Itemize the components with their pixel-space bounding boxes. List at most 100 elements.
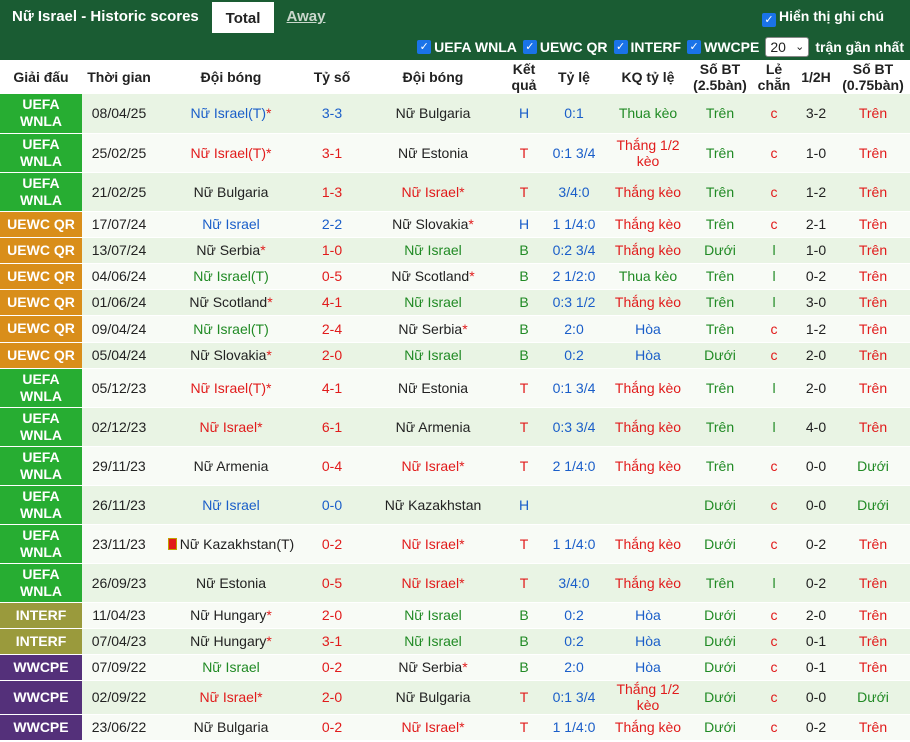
away-team[interactable]: Nữ Serbia* [358,315,508,343]
home-team[interactable]: Nữ Serbia* [156,237,306,264]
over-under-0-75: Trên [836,407,910,447]
table-row[interactable]: UEWC QR 05/04/24 Nữ Slovakia* 2-0 Nữ Israel B… [0,342,910,369]
home-team[interactable]: Nữ Israel* [156,407,306,447]
over-under-0-75: Trên [836,602,910,629]
half-time-score: 2-0 [796,342,836,369]
checkbox-icon[interactable]: ✓ [687,40,702,54]
table-row[interactable]: UEWC QR 17/07/24 Nữ Israel 2-2 Nữ Slovakia* H… [0,211,910,238]
home-team[interactable]: Nữ Kazakhstan(T) [156,524,306,564]
table-row[interactable]: UEFA WNLA 29/11/23 Nữ Armenia 0-4 Nữ Israel*… [0,446,910,486]
handicap-result: Hòa [608,602,688,629]
away-team[interactable]: Nữ Bulgaria [358,680,508,715]
competition-badge: UEFA WNLA [0,368,82,408]
checkbox-icon[interactable]: ✓ [417,40,432,54]
table-row[interactable]: WWCPE 23/06/22 Nữ Bulgaria 0-2 Nữ Israel* T 1 … [0,714,910,741]
home-team[interactable]: Nữ Israel(T)* [156,368,306,408]
table-row[interactable]: UEFA WNLA 02/12/23 Nữ Israel* 6-1 Nữ Armenia… [0,407,910,447]
away-team[interactable]: Nữ Slovakia* [358,211,508,238]
home-team[interactable]: Nữ Israel [156,654,306,681]
away-team[interactable]: Nữ Israel* [358,563,508,603]
home-team[interactable]: Nữ Israel [156,211,306,238]
home-team[interactable]: Nữ Israel(T)* [156,133,306,173]
table-row[interactable]: INTERF 07/04/23 Nữ Hungary* 3-1 Nữ Israel B 0:… [0,628,910,655]
handicap-result: Thắng kèo [608,524,688,564]
table-row[interactable]: UEWC QR 01/06/24 Nữ Scotland* 4-1 Nữ Israel B… [0,289,910,316]
tab-total[interactable]: Total [212,0,274,33]
away-team[interactable]: Nữ Armenia [358,407,508,447]
over-under-0-75: Trên [836,628,910,655]
home-team[interactable]: Nữ Hungary* [156,602,306,629]
home-team[interactable]: Nữ Israel(T) [156,315,306,343]
away-team[interactable]: Nữ Kazakhstan [358,485,508,525]
table-row[interactable]: UEWC QR 09/04/24 Nữ Israel(T) 2-4 Nữ Serbia*… [0,315,910,343]
table-row[interactable]: UEFA WNLA 26/11/23 Nữ Israel 0-0 Nữ Kazakhst… [0,485,910,525]
match-count-select[interactable]: 20 ⌄ [765,37,810,57]
half-time-score: 0-0 [796,680,836,715]
table-row[interactable]: UEWC QR 13/07/24 Nữ Serbia* 1-0 Nữ Israel B 0:… [0,237,910,264]
away-team[interactable]: Nữ Israel [358,602,508,629]
table-row[interactable]: UEFA WNLA 26/09/23 Nữ Estonia 0-5 Nữ Israel*… [0,563,910,603]
away-team[interactable]: Nữ Israel [358,237,508,264]
home-team[interactable]: Nữ Slovakia* [156,342,306,369]
handicap-result: Hòa [608,628,688,655]
checkbox-icon[interactable]: ✓ [762,13,776,27]
home-team[interactable]: Nữ Israel [156,485,306,525]
table-row[interactable]: UEFA WNLA 05/12/23 Nữ Israel(T)* 4-1 Nữ Esto… [0,368,910,408]
home-team[interactable]: Nữ Bulgaria [156,714,306,741]
table-row[interactable]: UEFA WNLA 23/11/23 Nữ Kazakhstan(T) 0-2 Nữ I… [0,524,910,564]
odd-even: c [752,680,796,715]
away-team[interactable]: Nữ Israel* [358,172,508,212]
home-team[interactable]: Nữ Bulgaria [156,172,306,212]
home-team[interactable]: Nữ Scotland* [156,289,306,316]
match-date: 05/12/23 [82,368,156,408]
away-team[interactable]: Nữ Scotland* [358,263,508,290]
away-team[interactable]: Nữ Israel* [358,524,508,564]
over-under-2-5: Trên [688,172,752,212]
away-team[interactable]: Nữ Estonia [358,133,508,173]
filter-interf[interactable]: ✓ INTERF [613,39,681,55]
result: B [508,237,540,264]
show-notes-toggle[interactable]: ✓ Hiển thị ghi chú [762,0,910,33]
half-time-score: 0-0 [796,446,836,486]
table-row[interactable]: UEFA WNLA 21/02/25 Nữ Bulgaria 1-3 Nữ Israel… [0,172,910,212]
home-team[interactable]: Nữ Hungary* [156,628,306,655]
away-team[interactable]: Nữ Israel [358,289,508,316]
checkbox-icon[interactable]: ✓ [522,40,537,54]
table-row[interactable]: WWCPE 07/09/22 Nữ Israel 0-2 Nữ Serbia* B 2:0 H… [0,654,910,681]
away-team[interactable]: Nữ Israel* [358,714,508,741]
home-team[interactable]: Nữ Israel* [156,680,306,715]
away-team[interactable]: Nữ Estonia [358,368,508,408]
handicap: 1 1/4:0 [540,211,608,238]
filter-wwcpe[interactable]: ✓ WWCPE [687,39,759,55]
tab-away[interactable]: Away [274,0,338,33]
away-team[interactable]: Nữ Bulgaria [358,94,508,134]
over-under-0-75: Trên [836,289,910,316]
home-team[interactable]: Nữ Israel(T)* [156,94,306,134]
home-team[interactable]: Nữ Armenia [156,446,306,486]
half-time-score: 0-1 [796,628,836,655]
result: T [508,524,540,564]
table-row[interactable]: UEFA WNLA 08/04/25 Nữ Israel(T)* 3-3 Nữ Bulg… [0,94,910,134]
result: T [508,563,540,603]
away-team[interactable]: Nữ Israel [358,628,508,655]
home-team[interactable]: Nữ Israel(T) [156,263,306,290]
match-date: 11/04/23 [82,602,156,629]
competition-badge: UEFA WNLA [0,563,82,603]
away-team[interactable]: Nữ Serbia* [358,654,508,681]
away-team[interactable]: Nữ Israel* [358,446,508,486]
competition-badge: UEWC QR [0,342,82,369]
home-team[interactable]: Nữ Estonia [156,563,306,603]
table-row[interactable]: UEFA WNLA 25/02/25 Nữ Israel(T)* 3-1 Nữ Esto… [0,133,910,173]
score: 2-0 [306,680,358,715]
table-row[interactable]: WWCPE 02/09/22 Nữ Israel* 2-0 Nữ Bulgaria T 0:… [0,680,910,715]
checkbox-icon[interactable]: ✓ [613,40,628,54]
over-under-0-75: Trên [836,563,910,603]
filter-uefa-wnla[interactable]: ✓ UEFA WNLA [417,39,517,55]
handicap: 2:0 [540,654,608,681]
table-row[interactable]: INTERF 11/04/23 Nữ Hungary* 2-0 Nữ Israel B 0:… [0,602,910,629]
over-under-0-75: Dưới [836,680,910,715]
away-team[interactable]: Nữ Israel [358,342,508,369]
filter-uewc-qr[interactable]: ✓ UEWC QR [522,39,608,55]
half-time-score: 0-2 [796,263,836,290]
table-row[interactable]: UEWC QR 04/06/24 Nữ Israel(T) 0-5 Nữ Scotlan… [0,263,910,290]
